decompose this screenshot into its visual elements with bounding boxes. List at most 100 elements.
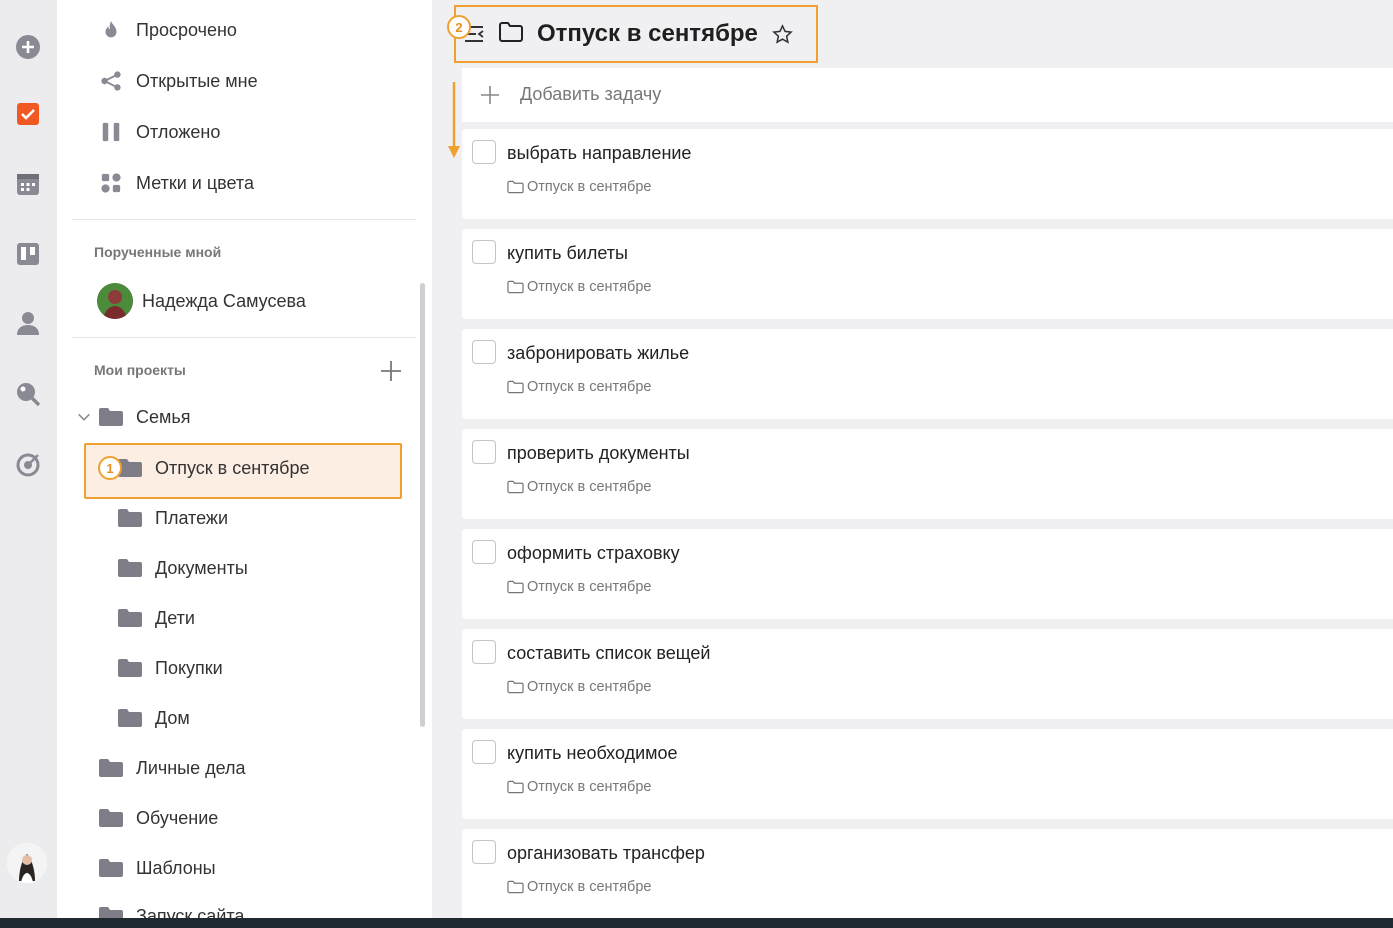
board-icon[interactable] [14, 240, 42, 268]
flame-icon [97, 16, 125, 44]
assigned-user-name: Надежда Самусева [142, 290, 306, 311]
task-project-tag[interactable]: Отпуск в сентябре [507, 379, 651, 395]
folder-icon [118, 509, 142, 527]
assigned-section-title: Порученные мной [94, 244, 222, 260]
task-card[interactable]: составить список вещей Отпуск в сентябре [462, 629, 1393, 719]
task-title[interactable]: организовать трансфер [507, 843, 705, 864]
folder-icon [99, 759, 123, 777]
folder-icon [507, 180, 524, 194]
task-title[interactable]: купить билеты [507, 243, 628, 264]
tasks-icon[interactable] [14, 100, 42, 128]
task-checkbox[interactable] [472, 540, 496, 564]
project-item[interactable]: Дом [117, 700, 190, 736]
project-item[interactable]: Документы [117, 550, 248, 586]
nav-overdue[interactable]: Просрочено [97, 12, 237, 48]
folder-icon [118, 709, 142, 727]
task-checkbox[interactable] [472, 240, 496, 264]
folder-icon [99, 859, 123, 877]
nav-postponed[interactable]: Отложено [97, 114, 220, 150]
task-project-tag[interactable]: Отпуск в сентябре [507, 179, 651, 195]
project-label: Дом [155, 707, 190, 728]
task-project-tag[interactable]: Отпуск в сентябре [507, 679, 651, 695]
chevron-down-icon[interactable] [77, 410, 93, 424]
task-checkbox[interactable] [472, 140, 496, 164]
nav-shared[interactable]: Открытые мне [97, 63, 258, 99]
task-checkbox[interactable] [472, 340, 496, 364]
main-panel: 2 Отпуск в сентябре Добавить задачу выбр… [432, 0, 1393, 919]
divider [72, 337, 416, 338]
divider [72, 219, 416, 220]
project-item[interactable]: Платежи [117, 500, 228, 536]
project-item[interactable]: Покупки [117, 650, 223, 686]
task-project-tag[interactable]: Отпуск в сентябре [507, 479, 651, 495]
favorite-star-icon[interactable] [772, 24, 793, 50]
task-title[interactable]: купить необходимое [507, 743, 678, 764]
task-title[interactable]: забронировать жилье [507, 343, 689, 364]
calendar-icon[interactable] [14, 170, 42, 198]
task-title[interactable]: оформить страховку [507, 543, 680, 564]
task-project-label: Отпуск в сентябре [527, 679, 652, 695]
search-icon[interactable] [14, 380, 42, 408]
folder-icon [507, 680, 524, 694]
add-task-plus-icon[interactable] [480, 85, 500, 110]
folder-icon [118, 559, 142, 577]
task-project-label: Отпуск в сентябре [527, 479, 652, 495]
task-title[interactable]: проверить документы [507, 443, 690, 464]
task-project-tag[interactable]: Отпуск в сентябре [507, 879, 651, 895]
project-item[interactable]: Шаблоны [98, 850, 216, 886]
nav-overdue-label: Просрочено [136, 19, 237, 40]
add-project-button[interactable] [380, 360, 402, 382]
project-group-label: Семья [136, 406, 191, 427]
user-avatar [97, 283, 133, 319]
task-project-label: Отпуск в сентябре [527, 379, 652, 395]
user-avatar[interactable] [7, 843, 47, 883]
folder-icon [507, 280, 524, 294]
bottom-bar [0, 918, 1393, 928]
assigned-user-item[interactable]: Надежда Самусева [97, 283, 306, 319]
task-card[interactable]: купить билеты Отпуск в сентябре [462, 229, 1393, 319]
task-project-label: Отпуск в сентябре [527, 279, 652, 295]
pause-icon [97, 118, 125, 146]
folder-icon [507, 480, 524, 494]
task-card[interactable]: проверить документы Отпуск в сентябре [462, 429, 1393, 519]
nav-tags-label: Метки и цвета [136, 172, 254, 193]
task-card[interactable]: выбрать направление Отпуск в сентябре [462, 129, 1393, 219]
project-item-selected[interactable]: Отпуск в сентябре [117, 450, 310, 486]
page-title: Отпуск в сентябре [537, 20, 758, 47]
contacts-icon[interactable] [14, 309, 42, 337]
sidebar-scrollbar[interactable] [420, 283, 425, 727]
project-label: Платежи [155, 507, 229, 528]
project-label: Документы [155, 557, 248, 578]
task-checkbox[interactable] [472, 440, 496, 464]
goals-icon[interactable] [14, 450, 42, 478]
task-project-label: Отпуск в сентябре [527, 779, 652, 795]
folder-icon [507, 380, 524, 394]
task-project-tag[interactable]: Отпуск в сентябре [507, 579, 651, 595]
task-checkbox[interactable] [472, 840, 496, 864]
project-item[interactable]: Обучение [98, 800, 218, 836]
folder-icon [118, 659, 142, 677]
folder-icon [498, 21, 524, 48]
task-card[interactable]: забронировать жилье Отпуск в сентябре [462, 329, 1393, 419]
project-item[interactable]: Дети [117, 600, 195, 636]
task-card[interactable]: оформить страховку Отпуск в сентябре [462, 529, 1393, 619]
add-icon[interactable] [14, 33, 42, 61]
project-label: Личные дела [136, 757, 246, 778]
nav-tags[interactable]: Метки и цвета [97, 165, 254, 201]
task-project-tag[interactable]: Отпуск в сентябре [507, 279, 651, 295]
task-project-tag[interactable]: Отпуск в сентябре [507, 779, 651, 795]
task-project-label: Отпуск в сентябре [527, 879, 652, 895]
project-item[interactable]: Личные дела [98, 750, 246, 786]
folder-icon [507, 880, 524, 894]
project-group-family[interactable]: Семья [77, 399, 191, 435]
project-label: Шаблоны [136, 857, 216, 878]
icon-rail [0, 0, 57, 928]
task-checkbox[interactable] [472, 640, 496, 664]
task-card[interactable]: организовать трансфер Отпуск в сентябре [462, 829, 1393, 919]
annotation-badge-2: 2 [447, 15, 471, 39]
task-title[interactable]: выбрать направление [507, 143, 691, 164]
task-checkbox[interactable] [472, 740, 496, 764]
task-card[interactable]: купить необходимое Отпуск в сентябре [462, 729, 1393, 819]
task-title[interactable]: составить список вещей [507, 643, 710, 664]
add-task-label[interactable]: Добавить задачу [520, 84, 661, 105]
